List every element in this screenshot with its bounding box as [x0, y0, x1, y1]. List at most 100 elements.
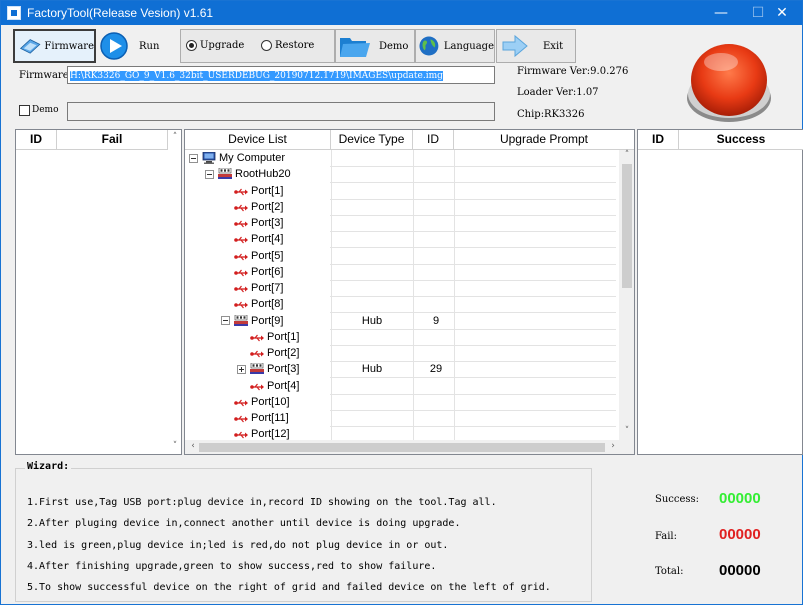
device-node: Port[10]: [221, 394, 290, 410]
upgrade-prompt-header[interactable]: Upgrade Prompt: [454, 130, 634, 150]
close-button[interactable]: ✕: [762, 1, 802, 25]
arrow-right-icon: [502, 34, 528, 58]
h-scrollbar-thumb[interactable]: [199, 443, 605, 452]
device-id-cell: [413, 345, 459, 361]
device-row[interactable]: Port[6]: [185, 264, 616, 280]
device-id-header[interactable]: ID: [413, 130, 454, 150]
scroll-down-icon[interactable]: ˅: [167, 441, 183, 451]
upgrade-prompt-cell: [454, 215, 619, 231]
device-row[interactable]: Port[3] Hub 29: [185, 361, 616, 377]
run-button-label: Run: [139, 40, 160, 52]
device-node: Port[5]: [221, 248, 283, 264]
device-row[interactable]: Port[10]: [185, 394, 616, 410]
usb-icon: [250, 333, 264, 342]
device-id-cell: [413, 329, 459, 345]
expand-icon[interactable]: [237, 364, 246, 374]
device-label: My Computer: [219, 152, 286, 164]
device-id-cell: [413, 280, 459, 296]
demo-button[interactable]: Demo: [335, 29, 415, 63]
hub-icon: [250, 362, 264, 375]
fail-grid-fail-header[interactable]: Fail: [57, 130, 168, 150]
fail-grid-id-header[interactable]: ID: [16, 130, 57, 150]
demo-checkbox[interactable]: [19, 105, 30, 116]
device-row[interactable]: Port[2]: [185, 199, 616, 215]
minimize-button[interactable]: —: [701, 1, 741, 25]
device-row[interactable]: Port[2]: [185, 345, 616, 361]
usb-icon: [234, 187, 248, 195]
language-button[interactable]: Language: [415, 29, 495, 63]
scroll-up-icon[interactable]: ˄: [619, 150, 634, 160]
device-row[interactable]: Port[4]: [185, 378, 616, 394]
firmware-label: Firmware: [19, 70, 69, 81]
scroll-up-icon[interactable]: ˄: [167, 132, 183, 142]
device-row[interactable]: Port[8]: [185, 296, 616, 312]
computer-icon: [202, 151, 216, 164]
title-bar: FactoryTool(Release Vesion) v1.61 — ☐ ✕: [1, 1, 802, 25]
firmware-path-field[interactable]: H:\RK3326_GO_9_V1.6_32bit_USERDEBUG_2019…: [67, 66, 495, 84]
device-type-cell: [331, 248, 413, 264]
usb-icon: [234, 398, 248, 407]
run-button[interactable]: Run: [97, 29, 177, 63]
exit-button[interactable]: Exit: [496, 29, 576, 63]
device-id-cell: [413, 215, 459, 231]
device-row[interactable]: Port[5]: [185, 248, 616, 264]
device-node: Port[8]: [221, 296, 283, 312]
device-type-header[interactable]: Device Type: [331, 130, 413, 150]
device-row[interactable]: Port[4]: [185, 231, 616, 247]
wizard-line: 5.To show successful device on the right…: [27, 582, 551, 593]
total-count: 00000: [719, 562, 761, 579]
collapse-icon[interactable]: [221, 316, 230, 325]
globe-icon: [419, 36, 439, 56]
app-window: FactoryTool(Release Vesion) v1.61 — ☐ ✕ …: [0, 0, 803, 605]
usb-icon: [250, 349, 264, 358]
success-count: 00000: [719, 490, 761, 507]
scroll-down-icon[interactable]: ˅: [619, 426, 634, 436]
upgrade-radio[interactable]: Upgrade: [186, 40, 244, 51]
upgrade-prompt-cell: [454, 296, 619, 312]
success-grid[interactable]: ID Success: [637, 129, 803, 455]
upgrade-prompt-cell: [454, 231, 619, 247]
device-label: Port[4]: [251, 233, 284, 246]
device-row[interactable]: Port[1]: [185, 183, 616, 199]
device-row[interactable]: Port[3]: [185, 215, 616, 231]
fail-count: 00000: [719, 526, 761, 543]
usb-icon: [234, 268, 248, 277]
device-label: RootHub20: [235, 168, 291, 181]
fail-grid[interactable]: ID Fail ˄ ˅: [15, 129, 182, 455]
device-row[interactable]: RootHub20: [185, 166, 616, 182]
device-type-cell: [331, 166, 413, 182]
upgrade-prompt-cell: [454, 313, 619, 329]
demo-checkbox-label: Demo: [32, 105, 59, 115]
device-grid[interactable]: Device List Device Type ID Upgrade Promp…: [184, 129, 635, 455]
wizard-line: 3.led is green,plug device in;led is red…: [27, 540, 449, 551]
vertical-scrollbar[interactable]: ˄ ˅: [619, 150, 634, 440]
scrollbar-thumb[interactable]: [622, 164, 632, 288]
success-grid-id-header[interactable]: ID: [638, 130, 679, 150]
device-list-header[interactable]: Device List: [185, 130, 331, 150]
device-label: Port[12]: [251, 428, 290, 441]
device-id-cell: [413, 231, 459, 247]
device-row[interactable]: Port[11]: [185, 410, 616, 426]
window-title: FactoryTool(Release Vesion) v1.61: [27, 6, 214, 20]
firmware-button[interactable]: Firmware: [13, 29, 96, 63]
device-row[interactable]: My Computer: [185, 150, 616, 166]
scroll-right-icon[interactable]: ›: [605, 441, 621, 451]
collapse-icon[interactable]: [205, 169, 214, 179]
upgrade-prompt-cell: [454, 183, 619, 199]
restore-radio[interactable]: Restore: [261, 40, 314, 51]
device-node: RootHub20: [205, 166, 291, 182]
device-node: Port[4]: [221, 231, 283, 247]
success-grid-success-header[interactable]: Success: [679, 130, 803, 150]
demo-field[interactable]: [67, 102, 495, 121]
horizontal-scrollbar[interactable]: ‹ ›: [185, 440, 634, 454]
device-row[interactable]: Port[1]: [185, 329, 616, 345]
device-row[interactable]: Port[9] Hub 9: [185, 313, 616, 329]
total-count-label: Total:: [655, 566, 684, 577]
device-label: Port[11]: [251, 412, 289, 424]
collapse-icon[interactable]: [189, 153, 198, 163]
device-node: Port[3]: [237, 361, 299, 377]
device-label: Port[5]: [251, 249, 284, 262]
device-id-cell: [413, 264, 459, 280]
device-row[interactable]: Port[7]: [185, 280, 616, 296]
device-type-cell: [331, 199, 413, 215]
